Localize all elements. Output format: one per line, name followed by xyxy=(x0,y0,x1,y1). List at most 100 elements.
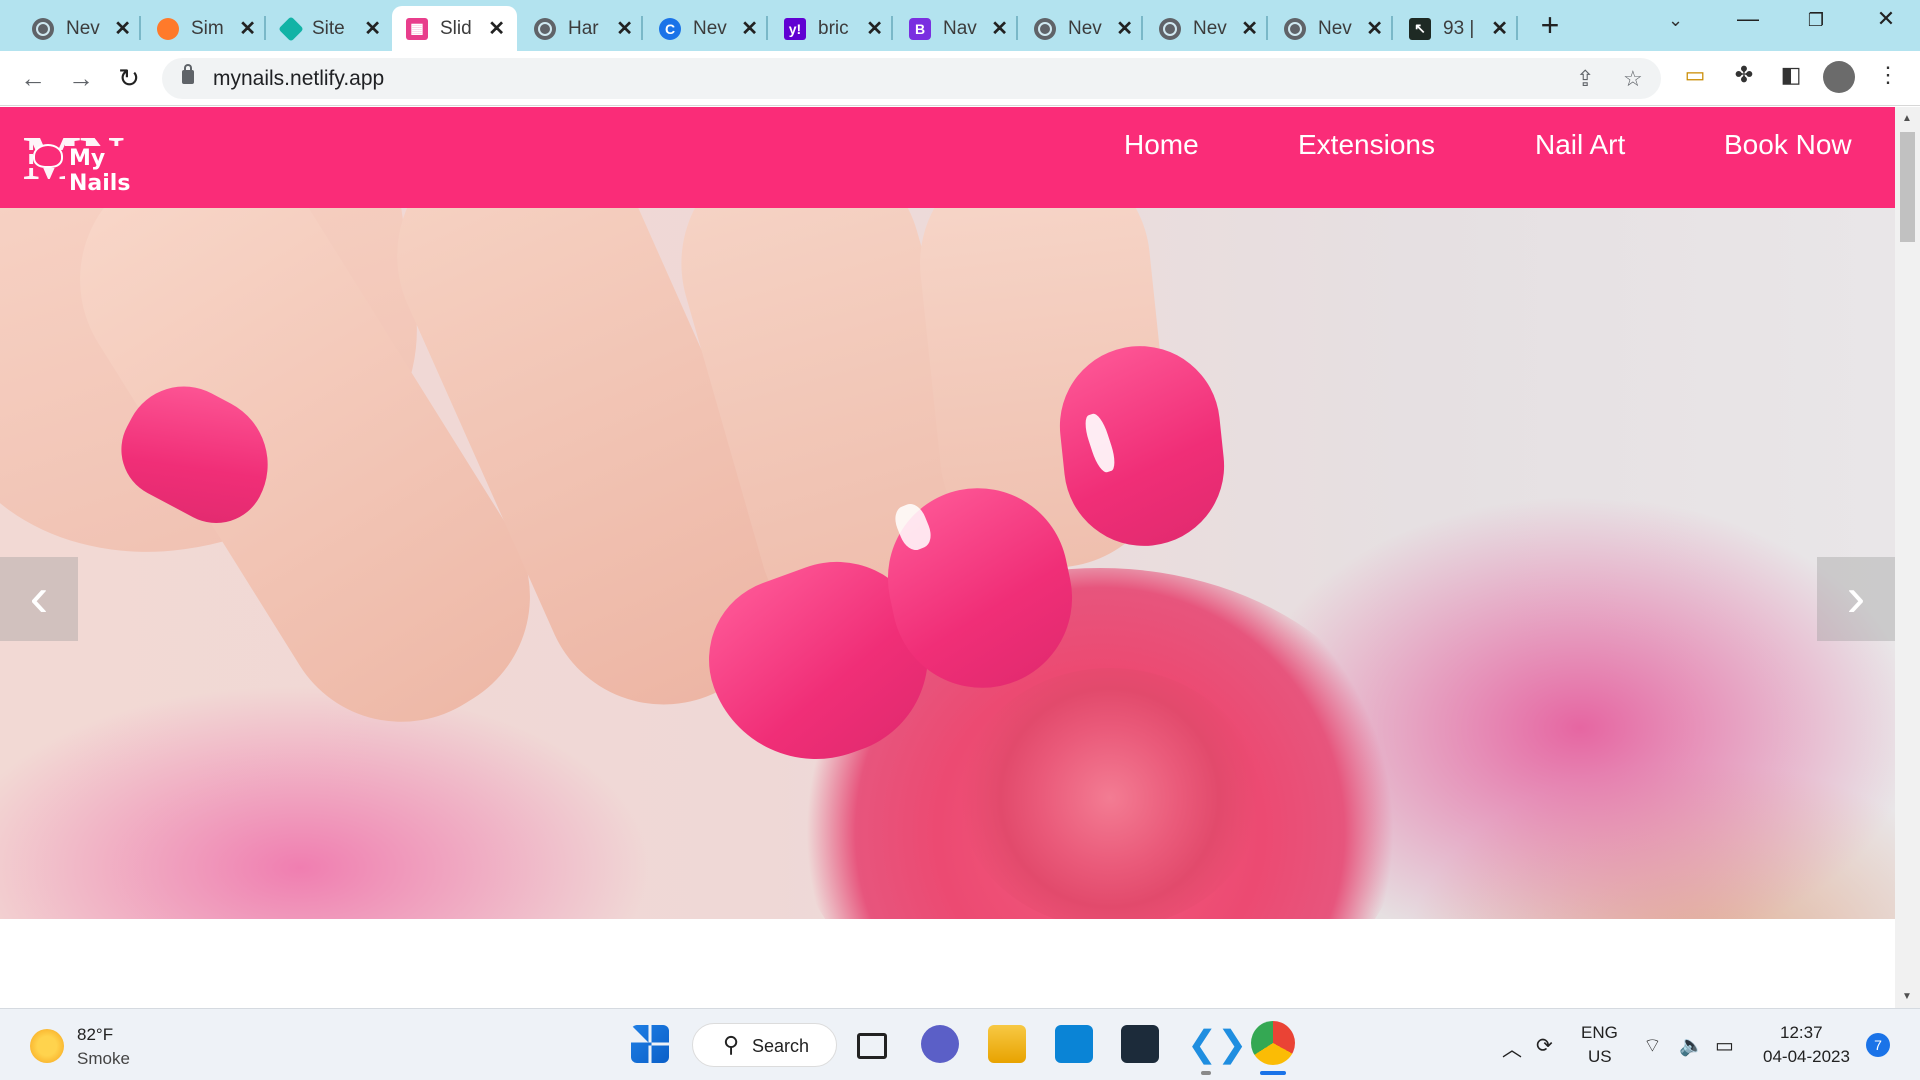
share-icon[interactable]: ⇪ xyxy=(1576,66,1594,92)
close-icon[interactable]: ✕ xyxy=(1116,16,1133,41)
teams-chat-icon[interactable] xyxy=(921,1025,959,1063)
browser-tab[interactable]: B Nav ✕ xyxy=(895,6,1020,51)
tab-title: Nev xyxy=(693,17,727,39)
language-top[interactable]: ENG xyxy=(1581,1023,1618,1043)
tab-title: 93 | xyxy=(1443,17,1475,39)
address-url[interactable]: mynails.netlify.app xyxy=(213,67,384,91)
slider-prev-button[interactable]: ‹ xyxy=(0,557,78,641)
clock-time[interactable]: 12:37 xyxy=(1780,1023,1823,1043)
chrome-icon[interactable] xyxy=(1251,1021,1295,1065)
tab-search-icon[interactable]: ⌄ xyxy=(1668,10,1683,31)
bootstrap-icon: B xyxy=(909,17,931,40)
windows-start-icon[interactable] xyxy=(631,1025,669,1063)
close-icon[interactable]: ✕ xyxy=(239,16,256,41)
scroll-up-arrow-icon[interactable]: ▲ xyxy=(1902,113,1912,124)
tab-separator xyxy=(766,16,768,40)
nav-extensions[interactable]: Extensions xyxy=(1298,129,1435,161)
dev-app-icon[interactable] xyxy=(1121,1025,1159,1063)
tab-title: Har xyxy=(568,17,599,39)
weather-temperature[interactable]: 82°F xyxy=(77,1025,113,1045)
browser-toolbar: ← → ↻ mynails.netlify.app ⇪ ☆ xyxy=(0,51,1920,106)
browser-tab[interactable]: Site ✕ xyxy=(268,6,393,51)
browser-tab[interactable]: Sim ✕ xyxy=(143,6,268,51)
new-tab-button[interactable]: + xyxy=(1535,8,1565,42)
notification-badge[interactable]: 7 xyxy=(1866,1033,1890,1057)
site-logo[interactable]: MN My Nails xyxy=(23,125,173,196)
extension-gift-icon[interactable]: ▭ xyxy=(1680,62,1710,92)
minimize-icon[interactable]: — xyxy=(1728,6,1768,32)
browser-tab[interactable]: C Nev ✕ xyxy=(645,6,770,51)
store-app-icon[interactable] xyxy=(1055,1025,1093,1063)
close-icon[interactable]: ✕ xyxy=(741,16,758,41)
nav-nail-art[interactable]: Nail Art xyxy=(1535,129,1625,161)
tray-overflow-chevron-icon[interactable]: ︿ xyxy=(1502,1033,1522,1062)
cursor-icon: ↖ xyxy=(1409,17,1431,40)
browser-tab[interactable]: Har ✕ xyxy=(520,6,645,51)
close-icon[interactable]: ✕ xyxy=(1241,16,1258,41)
scroll-down-arrow-icon[interactable]: ▼ xyxy=(1902,991,1912,1002)
restore-icon[interactable]: ❐ xyxy=(1796,10,1836,31)
volume-icon[interactable]: 🔈 xyxy=(1679,1033,1704,1058)
forward-arrow-icon[interactable]: → xyxy=(64,61,98,95)
puzzle-extensions-icon[interactable]: ✤ xyxy=(1729,62,1759,92)
close-icon[interactable]: ✕ xyxy=(1366,16,1383,41)
globe-icon xyxy=(534,17,556,40)
page-scrollbar[interactable]: ▲ ▼ xyxy=(1895,107,1920,1008)
rose-center xyxy=(960,668,1260,919)
pink-grid-icon: ▦ xyxy=(406,17,428,40)
battery-icon[interactable]: ▭ xyxy=(1715,1033,1734,1058)
orange-avatar-icon xyxy=(157,17,179,40)
kebab-menu-icon[interactable]: ⋮ xyxy=(1873,62,1903,92)
close-icon[interactable]: ✕ xyxy=(1491,16,1508,41)
tab-separator xyxy=(1516,16,1518,40)
nav-home[interactable]: Home xyxy=(1124,129,1199,161)
wifi-icon[interactable]: ⌔ xyxy=(1643,1033,1662,1058)
slider-next-button[interactable]: › xyxy=(1817,557,1895,641)
browser-tab-active[interactable]: ▦ Slid ✕ xyxy=(392,6,517,51)
weather-condition[interactable]: Smoke xyxy=(77,1049,130,1069)
side-panel-icon[interactable]: ◧ xyxy=(1776,62,1806,92)
globe-icon xyxy=(32,17,54,40)
vscode-icon[interactable]: ❮❯ xyxy=(1187,1025,1247,1063)
clock-date[interactable]: 04-04-2023 xyxy=(1763,1047,1850,1067)
reload-icon[interactable]: ↻ xyxy=(112,61,146,95)
tab-title: Nev xyxy=(1068,17,1102,39)
logo-brand: My Nails xyxy=(65,146,173,196)
browser-tab[interactable]: Nev ✕ xyxy=(1145,6,1270,51)
profile-avatar[interactable] xyxy=(1823,61,1855,93)
address-bar[interactable]: mynails.netlify.app ⇪ ☆ xyxy=(162,58,1661,99)
browser-tab[interactable]: Nev ✕ xyxy=(1270,6,1395,51)
scrollbar-thumb[interactable] xyxy=(1900,132,1915,242)
close-icon[interactable]: ✕ xyxy=(488,16,505,41)
task-view-icon[interactable] xyxy=(857,1033,887,1059)
globe-icon xyxy=(1284,17,1306,40)
close-icon[interactable]: ✕ xyxy=(114,16,131,41)
browser-tab[interactable]: ↖ 93 | ✕ xyxy=(1395,6,1520,51)
tab-title: bric xyxy=(818,17,849,39)
tab-title: Nev xyxy=(1318,17,1352,39)
language-bottom[interactable]: US xyxy=(1588,1047,1612,1067)
close-icon[interactable]: ✕ xyxy=(866,16,883,41)
star-bookmark-icon[interactable]: ☆ xyxy=(1623,66,1643,92)
browser-tab[interactable]: Nev ✕ xyxy=(1020,6,1145,51)
close-icon[interactable]: ✕ xyxy=(364,16,381,41)
browser-tab-strip: Nev ✕ Sim ✕ Site ✕ ▦ Slid ✕ Har ✕ C Nev … xyxy=(0,0,1920,51)
running-indicator xyxy=(1201,1071,1211,1075)
file-explorer-icon[interactable] xyxy=(988,1025,1026,1063)
blue-c-icon: C xyxy=(659,17,681,40)
active-indicator xyxy=(1260,1071,1286,1075)
taskbar-search[interactable]: ⚲ Search xyxy=(692,1023,837,1067)
tab-title: Nev xyxy=(1193,17,1227,39)
browser-tab[interactable]: Nev ✕ xyxy=(18,6,143,51)
globe-icon xyxy=(1034,17,1056,40)
nav-book-now[interactable]: Book Now xyxy=(1724,129,1852,161)
weather-smoke-icon[interactable] xyxy=(30,1029,64,1063)
close-icon[interactable]: ✕ xyxy=(991,16,1008,41)
tab-separator xyxy=(139,16,141,40)
close-icon[interactable]: ✕ xyxy=(616,16,633,41)
back-arrow-icon[interactable]: ← xyxy=(16,61,50,95)
browser-tab[interactable]: y! bric ✕ xyxy=(770,6,895,51)
sync-icon[interactable]: ⟳ xyxy=(1536,1033,1553,1058)
tab-separator xyxy=(1391,16,1393,40)
window-close-icon[interactable]: ✕ xyxy=(1866,6,1906,32)
